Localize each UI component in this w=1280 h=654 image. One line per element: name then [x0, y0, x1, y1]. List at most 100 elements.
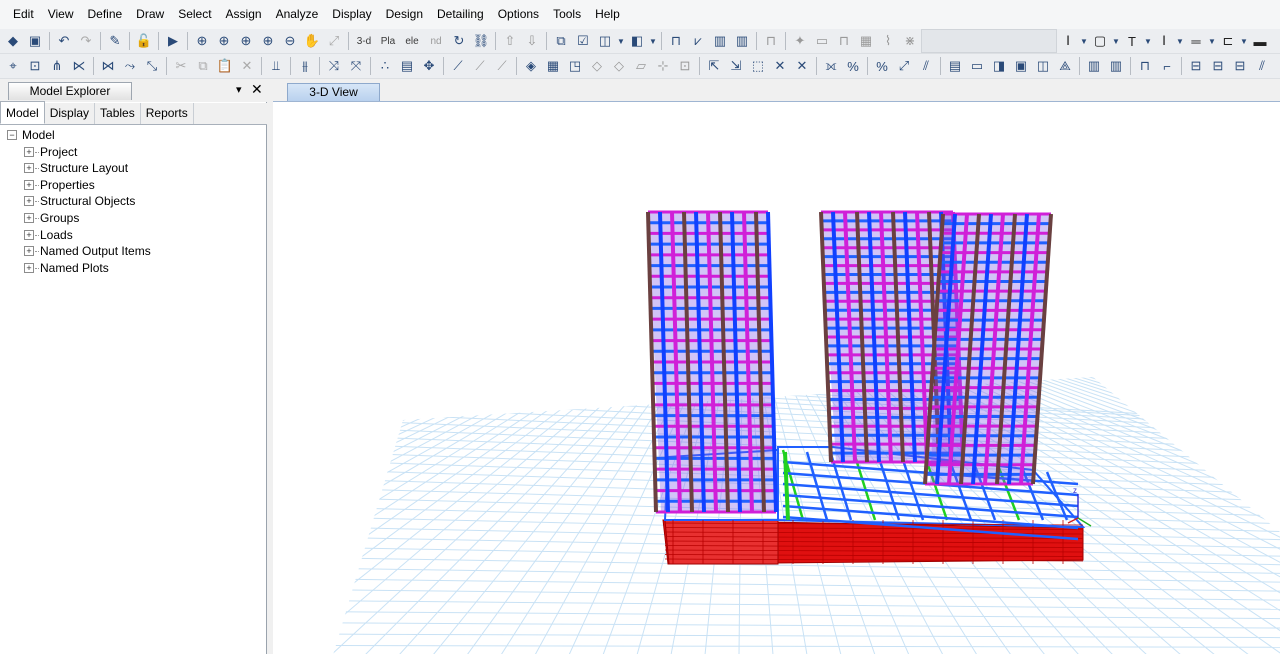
menu-design[interactable]: Design [379, 0, 430, 29]
draw-ramp-icon[interactable]: ◇ [587, 56, 607, 76]
redo-icon[interactable]: ↷ [76, 31, 96, 51]
pencil-icon[interactable]: ✎ [105, 31, 125, 51]
perspective-icon[interactable]: ⛓ [471, 31, 491, 51]
design-check-icon[interactable]: ⊟ [1230, 56, 1250, 76]
draw-braces-icon[interactable]: ⤨ [324, 56, 344, 76]
expand-icon[interactable]: + [24, 196, 34, 207]
undo-icon[interactable]: ↶ [54, 31, 74, 51]
dropdown-arrow-icon[interactable]: ▼ [1176, 31, 1184, 51]
rotate-view-icon[interactable]: ↻ [449, 31, 469, 51]
assign-load-icon[interactable]: ⟗ [821, 56, 841, 76]
draw-secondary-beam-icon[interactable]: ⟋ [492, 56, 512, 76]
draw-wall-icon[interactable]: ◳ [565, 56, 585, 76]
assign-percent-icon[interactable]: % [843, 56, 863, 76]
menu-tools[interactable]: Tools [546, 0, 588, 29]
frame-section-icon[interactable]: ⊓ [761, 31, 781, 51]
copy-icon[interactable]: ⧉ [193, 56, 213, 76]
area-icon[interactable]: ▦ [856, 31, 876, 51]
assign-wind-icon[interactable]: ⫽ [916, 56, 936, 76]
menu-options[interactable]: Options [491, 0, 546, 29]
menu-edit[interactable]: Edit [6, 0, 41, 29]
tab-display[interactable]: Display [45, 103, 96, 124]
link-icon[interactable]: ▭ [812, 31, 832, 51]
dropdown-arrow-icon[interactable]: ▼ [617, 31, 625, 51]
model-explorer-title[interactable]: Model Explorer [8, 82, 132, 100]
menu-view[interactable]: View [41, 0, 81, 29]
assign-restraint-icon[interactable]: ⇱ [704, 56, 724, 76]
draw-points-icon[interactable]: ∴ [375, 56, 395, 76]
draw-grid-line-icon[interactable]: ⟋ [470, 56, 490, 76]
expand-icon[interactable]: + [24, 246, 34, 257]
display-deformed-icon[interactable]: ▤ [945, 56, 965, 76]
model-3d-canvas[interactable]: z [273, 101, 1280, 654]
dropdown-arrow-icon[interactable]: ▼ [1240, 31, 1248, 51]
brace-icon[interactable]: ⩗ [688, 31, 708, 51]
menu-assign[interactable]: Assign [219, 0, 269, 29]
save-icon[interactable]: ▣ [25, 31, 45, 51]
assign-section-icon[interactable]: ✕ [792, 56, 812, 76]
tab-model[interactable]: Model [0, 101, 45, 124]
menu-display[interactable]: Display [325, 0, 378, 29]
assign-area-load-icon[interactable]: ⤢ [894, 56, 914, 76]
zoom-window-icon[interactable]: ⊕ [192, 31, 212, 51]
dropdown-arrow-icon[interactable]: ▼ [1080, 31, 1088, 51]
design-composite-icon[interactable]: ⊓ [1135, 56, 1155, 76]
lock-icon[interactable]: 🔓 [134, 31, 154, 51]
dropdown-arrow-icon[interactable]: ▼ [1112, 31, 1120, 51]
extrude-view-icon[interactable]: ◫ [595, 31, 615, 51]
load-icon[interactable]: ⋇ [900, 31, 920, 51]
tree-item-structural-objects[interactable]: + Structural Objects [0, 193, 265, 210]
rubber-band-icon[interactable]: ⤢ [324, 31, 344, 51]
tree-item-loads[interactable]: + Loads [0, 227, 265, 244]
box-section-icon[interactable]: ▢ [1090, 31, 1110, 51]
new-model-icon[interactable]: ◆ [3, 31, 23, 51]
menu-analyze[interactable]: Analyze [269, 0, 326, 29]
tree-item-named-output-items[interactable]: + Named Output Items [0, 243, 265, 260]
wall-stack-icon[interactable]: ▥ [732, 31, 752, 51]
select-joint-icon[interactable]: ⌖ [3, 56, 23, 76]
object-shrink-icon[interactable]: ⧉ [551, 31, 571, 51]
set-display-options-icon[interactable]: ☑ [573, 31, 593, 51]
move-icon[interactable]: ✥ [419, 56, 439, 76]
tab-3d-view[interactable]: 3-D View [287, 83, 380, 101]
zoom-fit-icon[interactable]: ⊕ [258, 31, 278, 51]
design-joist-icon[interactable]: ⌐ [1157, 56, 1177, 76]
draw-dimension-line-icon[interactable]: ⊡ [675, 56, 695, 76]
menu-select[interactable]: Select [171, 0, 218, 29]
design-steel-icon[interactable]: ▥ [1084, 56, 1104, 76]
expand-icon[interactable]: + [24, 179, 34, 190]
move-up-icon[interactable]: ⇧ [500, 31, 520, 51]
dropdown-arrow-icon[interactable]: ▼ [1144, 31, 1152, 51]
display-animation-icon[interactable]: ⟁ [1055, 56, 1075, 76]
tee-section-icon[interactable]: T [1122, 31, 1142, 51]
close-icon[interactable]: ✕ [251, 81, 263, 98]
dropdown-arrow-icon[interactable]: ▼ [1208, 31, 1216, 51]
draw-joint-icon[interactable]: ⊡ [25, 56, 45, 76]
move-down-icon[interactable]: ⇩ [522, 31, 542, 51]
tendon-icon[interactable]: ⌇ [878, 31, 898, 51]
assign-temperature-icon[interactable]: % [872, 56, 892, 76]
line-style-icon[interactable]: ═ [1186, 31, 1206, 51]
tree-item-named-plots[interactable]: + Named Plots [0, 260, 265, 277]
nd-view-button[interactable]: nd [425, 31, 447, 51]
menu-detailing[interactable]: Detailing [430, 0, 491, 29]
draw-dimension-icon[interactable]: ⤡ [142, 56, 162, 76]
draw-slab-icon[interactable]: ▤ [397, 56, 417, 76]
channel-section-icon[interactable]: ⊏ [1218, 31, 1238, 51]
structure-3d-render[interactable]: z [273, 102, 1280, 654]
zoom-restore-icon[interactable]: ⊕ [214, 31, 234, 51]
design-shear-wall-icon[interactable]: ⊟ [1186, 56, 1206, 76]
design-report-icon[interactable]: ⫽ [1252, 56, 1272, 76]
display-shells-icon[interactable]: ◨ [989, 56, 1009, 76]
zoom-out-icon[interactable]: ⊖ [280, 31, 300, 51]
draw-tendon-icon[interactable]: ⤳ [120, 56, 140, 76]
display-forces-icon[interactable]: ▭ [967, 56, 987, 76]
tree-item-properties[interactable]: + Properties [0, 177, 265, 194]
expand-icon[interactable]: + [24, 212, 34, 223]
menu-define[interactable]: Define [80, 0, 129, 29]
run-analysis-icon[interactable]: ▶ [163, 31, 183, 51]
object-view-icon[interactable]: ◧ [627, 31, 647, 51]
tree-item-project[interactable]: + Project [0, 144, 265, 161]
dropdown-arrow-icon[interactable]: ▼ [649, 31, 657, 51]
view-3d-button[interactable]: 3-d [353, 31, 375, 51]
